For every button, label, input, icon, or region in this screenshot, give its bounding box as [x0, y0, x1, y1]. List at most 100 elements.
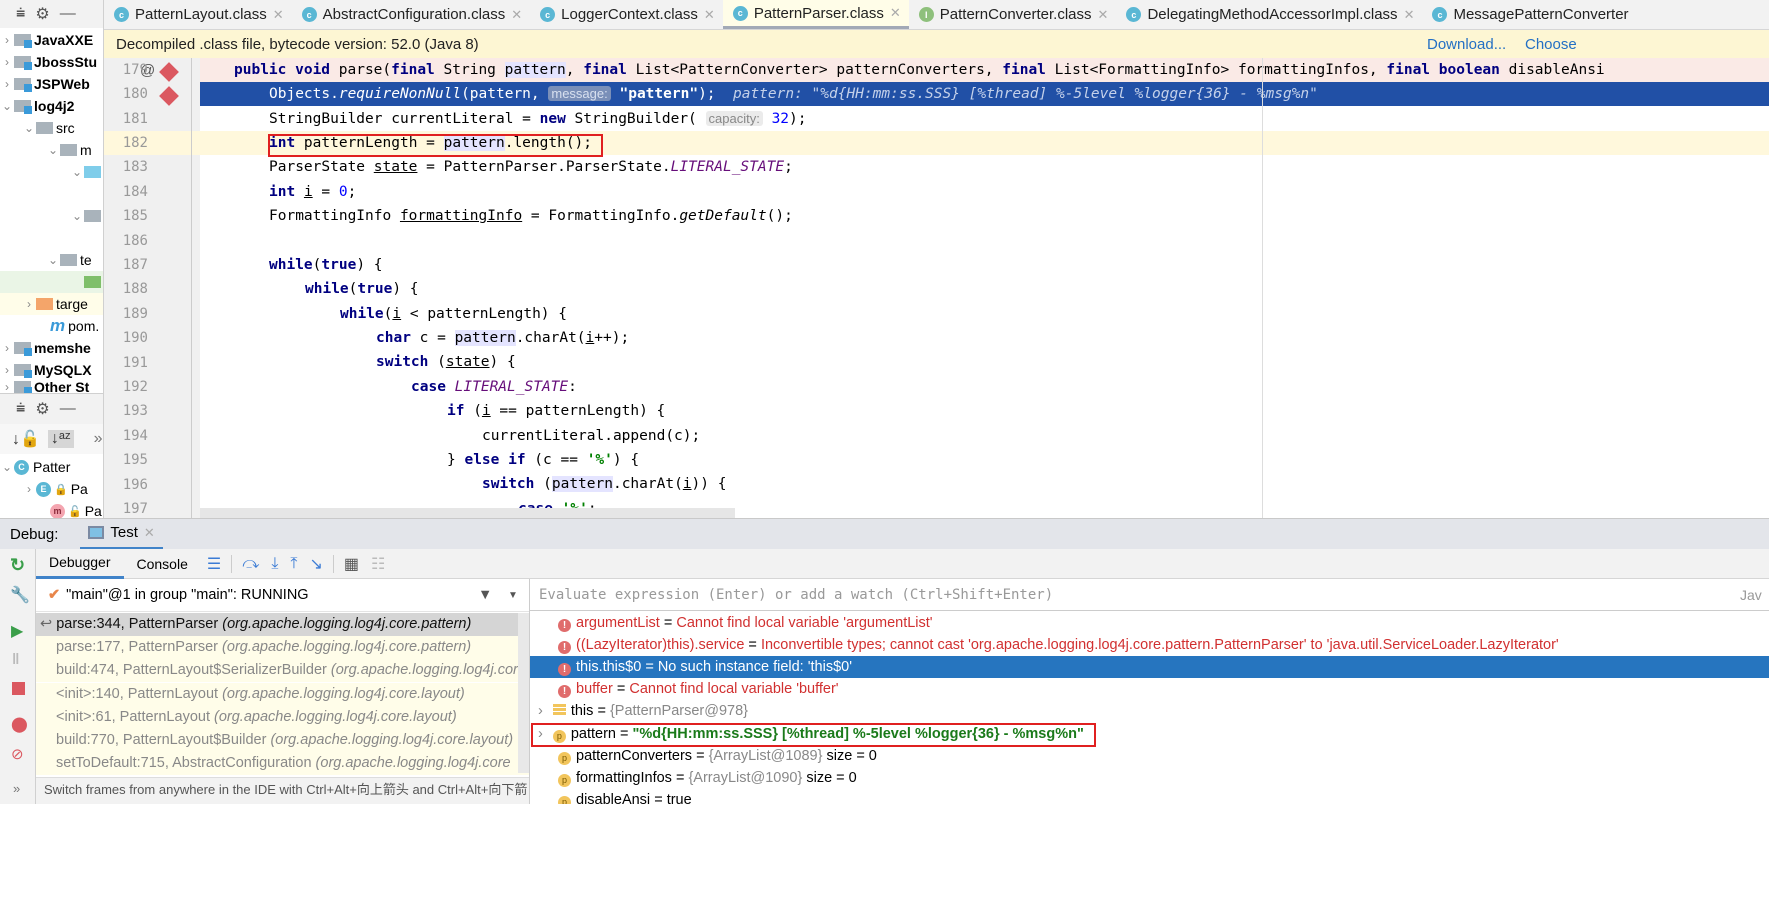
run-to-cursor-icon[interactable]: ↘ [309, 554, 322, 574]
tab-console[interactable]: Console [124, 549, 201, 579]
frame-item[interactable]: parse:177, PatternParser (org.apache.log… [36, 636, 529, 659]
tree-item[interactable]: › targe [0, 293, 103, 315]
tree-item[interactable] [0, 271, 103, 293]
tree-item[interactable]: ⌄ src [0, 117, 103, 139]
tree-item[interactable]: › JavaXXE [0, 29, 103, 51]
frame-item[interactable]: <init>:61, PatternLayout (org.apache.log… [36, 706, 529, 729]
close-icon[interactable]: ✕ [273, 7, 284, 23]
frames-scrollbar[interactable] [518, 613, 529, 773]
frame-item[interactable]: setToDefault:715, AbstractConfiguration … [36, 752, 529, 775]
line-number: 179 [122, 62, 148, 78]
frame-item[interactable]: build:474, PatternLayout$SerializerBuild… [36, 659, 529, 682]
tab-abstract-configuration[interactable]: c AbstractConfiguration.class ✕ [292, 0, 531, 29]
variable-row[interactable]: ! ((LazyIterator)this).service = Inconver… [530, 634, 1769, 656]
code-line-179: public void parse(final String pattern, … [200, 58, 1769, 82]
close-icon[interactable]: ✕ [1098, 7, 1109, 23]
evaluate-expression-input[interactable]: Evaluate expression (Enter) or add a wat… [530, 579, 1769, 611]
tree-item[interactable]: ⌄ te [0, 249, 103, 271]
frame-item-current[interactable]: ↩ parse:344, PatternParser (org.apache.l… [36, 613, 529, 636]
close-icon[interactable]: ✕ [144, 525, 155, 541]
dropdown-icon[interactable]: ▼ [508, 590, 518, 601]
pause-icon[interactable]: ‖ [12, 651, 19, 668]
tab-message-pattern-converter[interactable]: c MessagePatternConverter [1422, 0, 1636, 29]
tree-item[interactable]: ⌄ m [0, 139, 103, 161]
expand-icon[interactable]: › [538, 703, 543, 719]
tree-item[interactable]: ⌄ log4j2 [0, 95, 103, 117]
code-editor[interactable]: public void parse(final String pattern, … [200, 58, 1769, 518]
horizontal-scrollbar[interactable] [200, 508, 735, 518]
inline-debug-value: pattern: "%d{HH:mm:ss.SSS} [%thread] %-5… [732, 86, 1318, 102]
tree-item[interactable]: ⌄ [0, 205, 103, 227]
filter-icon[interactable]: ▼ [478, 587, 492, 603]
line-number: 181 [122, 111, 148, 127]
collapse-all-icon[interactable]: ⩧ [16, 400, 25, 418]
step-out-icon[interactable]: ⤒ [290, 555, 297, 573]
sort-alphabetically-icon[interactable]: ↓ᵃᶻ [47, 430, 74, 448]
line-number: 193 [122, 403, 148, 419]
gear-icon[interactable]: ⚙ [35, 4, 49, 24]
structure-item[interactable]: ⌄ C Patter [0, 456, 103, 478]
mute-breakpoints-icon[interactable]: ⊘ [11, 745, 24, 763]
line-number: 194 [122, 428, 148, 444]
class-icon: c [114, 7, 129, 22]
close-icon[interactable]: ✕ [890, 5, 901, 21]
variable-row[interactable]: p disableAnsi = true [530, 789, 1769, 804]
stop-icon[interactable] [12, 682, 25, 695]
hide-icon[interactable]: — [60, 5, 76, 23]
frame-item[interactable]: build:770, PatternLayout$Builder (org.ap… [36, 729, 529, 752]
structure-item[interactable]: m 🔓 Pa [0, 500, 103, 518]
frames-hint: Switch frames from anywhere in the IDE w… [36, 777, 529, 804]
choose-sources-link[interactable]: Choose [1525, 36, 1577, 53]
variable-row[interactable]: p formattingInfos = {ArrayList@1090} size… [530, 767, 1769, 789]
tab-pattern-converter[interactable]: I PatternConverter.class ✕ [909, 0, 1117, 29]
frame-item[interactable]: <init>:140, PatternLayout (org.apache.lo… [36, 683, 529, 706]
error-icon: ! [558, 685, 571, 698]
download-link[interactable]: Download... [1427, 36, 1506, 53]
variable-row[interactable]: ! argumentList = Cannot find local variab… [530, 612, 1769, 634]
folder-icon [36, 122, 53, 134]
collapse-all-icon[interactable]: ⩧ [16, 5, 25, 23]
sort-by-visibility-icon[interactable]: ↓🔓 [12, 429, 40, 449]
source-folder-icon [84, 166, 101, 178]
evaluate-expression-icon[interactable]: ▦ [344, 554, 359, 574]
variable-row-selected[interactable]: ! this.this$0 = No such instance field: '… [530, 656, 1769, 678]
variable-row[interactable]: p patternConverters = {ArrayList@1089} si… [530, 745, 1769, 767]
tree-item[interactable]: › JSPWeb [0, 73, 103, 95]
resume-icon[interactable]: ▶ [11, 621, 23, 641]
gear-icon[interactable]: ⚙ [35, 399, 49, 419]
settings-wrench-icon[interactable]: 🔧 [10, 585, 30, 605]
more-icon[interactable]: » [94, 430, 103, 448]
code-line-194: currentLiteral.append(c); [482, 428, 701, 444]
rerun-icon[interactable]: ↻ [10, 555, 25, 576]
tree-item[interactable]: › memshe [0, 337, 103, 359]
variable-row[interactable]: › this = {PatternParser@978} [530, 700, 1769, 722]
tree-item[interactable]: › JbossStu [0, 51, 103, 73]
banner-text: Decompiled .class file, bytecode version… [116, 35, 479, 53]
step-over-icon[interactable]: ⤼ [242, 555, 259, 573]
tree-item[interactable]: ⌄ [0, 161, 103, 183]
tree-item[interactable]: m pom. [0, 315, 103, 337]
close-icon[interactable]: ✕ [704, 7, 715, 23]
structure-item[interactable]: › E 🔒 Pa [0, 478, 103, 500]
hide-icon[interactable]: — [60, 400, 76, 418]
module-folder-icon [14, 364, 32, 378]
tab-logger-context[interactable]: c LoggerContext.class ✕ [530, 0, 723, 29]
trace-icon[interactable]: ☷ [371, 554, 385, 574]
step-into-icon[interactable]: ⤓ [271, 555, 278, 573]
tree-item[interactable]: › Other St [0, 381, 103, 393]
close-icon[interactable]: ✕ [511, 7, 522, 23]
more-icon[interactable]: » [13, 781, 20, 796]
tree-item[interactable]: › MySQLX [0, 359, 103, 381]
chevron-right-icon: › [5, 33, 9, 47]
thread-selector[interactable]: ✔ "main"@1 in group "main": RUNNING ▼ ▼ [36, 579, 529, 612]
variable-row[interactable]: ! buffer = Cannot find local variable 'bu… [530, 678, 1769, 700]
tab-debugger[interactable]: Debugger [36, 549, 124, 579]
debug-session-tab[interactable]: Test ✕ [80, 519, 163, 550]
code-line-195: } else if (c == '%') { [447, 452, 640, 468]
tab-pattern-parser[interactable]: c PatternParser.class ✕ [722, 0, 909, 29]
view-breakpoints-icon[interactable]: ⬤ [11, 715, 28, 733]
tab-pattern-layout[interactable]: c PatternLayout.class ✕ [104, 0, 292, 29]
close-icon[interactable]: ✕ [1404, 7, 1415, 23]
tab-delegating-method-accessor[interactable]: c DelegatingMethodAccessorImpl.class ✕ [1116, 0, 1422, 29]
layout-icon[interactable]: ☰ [207, 554, 221, 574]
